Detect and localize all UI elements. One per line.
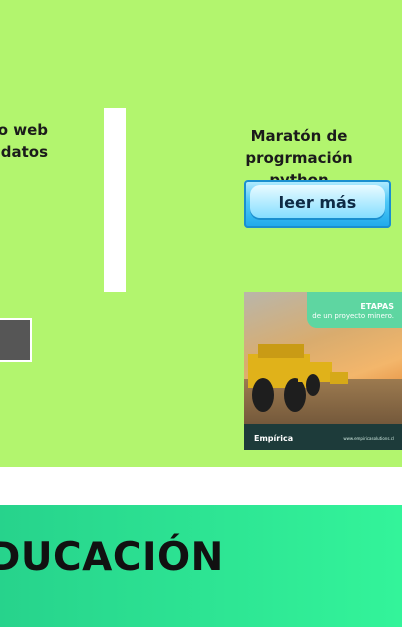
- ad-headline: ETAPAS: [360, 302, 394, 311]
- truck-front-wheel-2: [284, 378, 306, 412]
- truck-front-wheel-1: [252, 378, 274, 412]
- card-divider: [104, 108, 126, 292]
- left-post-title-line2[interactable]: datos: [0, 141, 48, 163]
- right-post-title-line1[interactable]: Maratón de progrmación: [196, 125, 402, 169]
- truck-back-body: [330, 372, 348, 384]
- read-more-button-face[interactable]: leer más: [250, 185, 385, 220]
- read-more-label[interactable]: leer más: [279, 193, 357, 212]
- left-post-title-line1[interactable]: ño web: [0, 119, 48, 141]
- left-read-more-button[interactable]: [0, 318, 32, 362]
- left-post-title[interactable]: ño web datos: [0, 119, 48, 163]
- post-cards-area: ño web datos Maratón de progrmación pyth…: [0, 0, 402, 467]
- truck-middle-wheel: [306, 374, 320, 396]
- mining-project-ad-image[interactable]: ETAPAS de un proyecto minero. Empírica w…: [244, 292, 402, 450]
- truck-front-bed: [258, 344, 304, 358]
- education-section-header: DUCACIÓN: [0, 505, 402, 627]
- ad-subhead: de un proyecto minero.: [312, 312, 394, 320]
- read-more-button[interactable]: leer más: [244, 180, 391, 228]
- ad-url: www.empiricasolutions.cl: [343, 436, 394, 441]
- ad-headline-banner: ETAPAS de un proyecto minero.: [307, 292, 402, 328]
- ad-footer-bar: Empírica www.empiricasolutions.cl: [244, 424, 402, 450]
- section-title: DUCACIÓN: [0, 535, 224, 580]
- empirica-logo: Empírica: [254, 434, 294, 443]
